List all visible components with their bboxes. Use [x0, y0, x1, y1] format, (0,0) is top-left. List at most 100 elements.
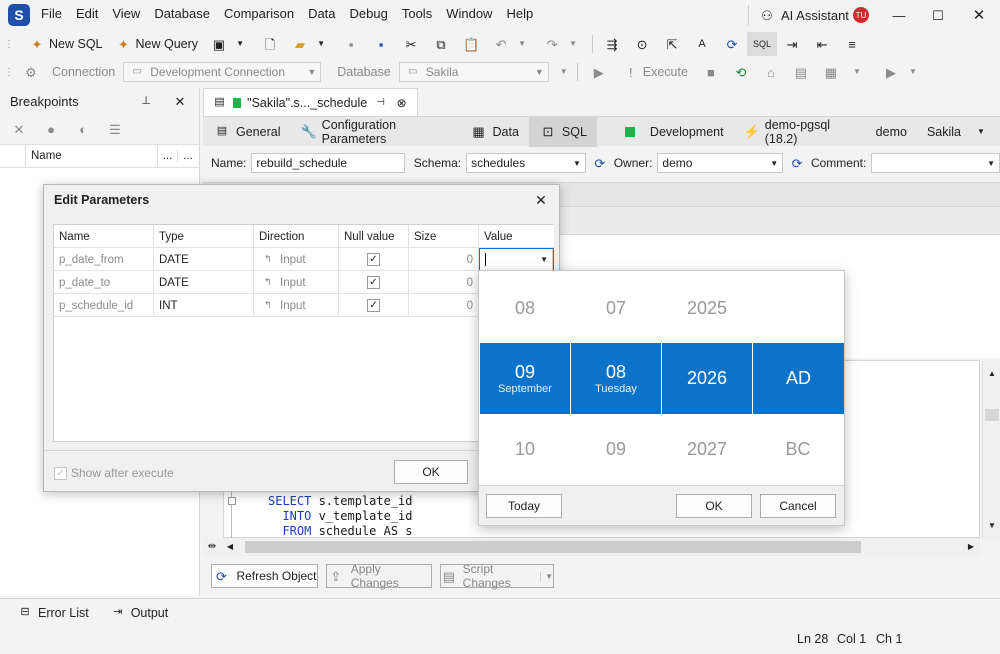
redo-button[interactable]: ↷ ▼	[537, 32, 588, 56]
debug-run-icon[interactable]: ▶	[882, 63, 900, 81]
history-icon[interactable]: ⟲	[732, 63, 750, 81]
sql-mode-button[interactable]: SQL	[747, 32, 778, 56]
error-list-tab[interactable]: ⊟ Error List	[16, 604, 88, 622]
cut-button[interactable]: ✂	[396, 32, 426, 56]
minimize-icon[interactable]: —	[890, 6, 908, 24]
outline-button[interactable]: ⇱	[657, 32, 687, 56]
new-query-button[interactable]: ✦ New Query	[109, 32, 205, 56]
column-header[interactable]: Direction	[254, 225, 339, 248]
connection-combo[interactable]: ▭ Development Connection ▼	[123, 62, 322, 82]
column-extra-1[interactable]: ...	[158, 150, 178, 162]
database-combo[interactable]: ▭ Sakila ▼	[398, 62, 549, 82]
undo-button[interactable]: ↶ ▼	[486, 32, 537, 56]
pin-icon[interactable]: ⊥	[137, 92, 155, 110]
show-after-execute-checkbox[interactable]: ✓	[54, 466, 67, 480]
execution-plan-icon[interactable]: ⌂	[762, 63, 780, 81]
dropdown-arrow-icon[interactable]: ▼	[540, 255, 548, 264]
scroll-left-icon[interactable]: ◀	[221, 538, 239, 556]
column-header[interactable]: Size	[409, 225, 479, 248]
dropdown-arrow-icon[interactable]: ▼	[904, 63, 922, 81]
apply-changes-button[interactable]: ⇪ Apply Changes	[326, 562, 432, 590]
vertical-scrollbar[interactable]: ▲ ▼	[982, 361, 1000, 539]
new-sql-button[interactable]: ✦ New SQL	[22, 32, 109, 56]
close-tab-icon[interactable]: ⊗	[394, 94, 409, 112]
comment-combo[interactable]: ▼	[871, 153, 1000, 173]
menu-comparison[interactable]: Comparison	[217, 6, 301, 21]
param-direction[interactable]: ↰ Input	[254, 248, 339, 271]
refresh-owner-icon[interactable]: ⟳	[788, 154, 806, 172]
toggle-breakpoints-icon[interactable]: ◐	[74, 120, 92, 138]
picker-era-selected[interactable]: AD	[753, 343, 844, 414]
stop-icon[interactable]: ■	[702, 63, 720, 81]
maximize-icon[interactable]: ☐	[929, 6, 947, 24]
new-file-button[interactable]: 🗋	[255, 32, 285, 56]
picker-ok-button[interactable]: OK	[676, 494, 752, 518]
picker-year-selected[interactable]: 2026	[662, 343, 753, 414]
menu-debug[interactable]: Debug	[343, 6, 395, 21]
ai-assistant-button[interactable]: ⚇ AI Assistant	[758, 6, 849, 24]
delete-breakpoint-icon[interactable]: ✕	[10, 120, 28, 138]
user-avatar[interactable]: TU	[853, 7, 869, 23]
picker-month-prev[interactable]: 08	[480, 298, 570, 319]
outdent-button[interactable]: ⇤	[807, 32, 837, 56]
script-changes-button[interactable]: ▤ Script Changes ▼	[440, 562, 554, 590]
fold-marker-icon[interactable]	[228, 497, 236, 505]
scroll-thumb[interactable]	[245, 541, 861, 553]
dialog-close-icon[interactable]: ✕	[532, 191, 550, 209]
copy-button[interactable]: ⧉	[426, 32, 456, 56]
close-panel-icon[interactable]: ✕	[171, 92, 189, 110]
menu-view[interactable]: View	[105, 6, 147, 21]
document-tab[interactable]: ▤ "Sakila".s..._schedule ⊣ ⊗	[203, 88, 418, 116]
snippet-button[interactable]: ⊙	[627, 32, 657, 56]
tab-data[interactable]: ▦ Data	[460, 117, 529, 147]
picker-era-next[interactable]: BC	[753, 439, 843, 460]
column-header[interactable]: Value	[479, 225, 554, 248]
param-direction[interactable]: ↰ Input	[254, 271, 339, 294]
show-after-execute-option[interactable]: ✓ Show after execute	[54, 466, 174, 480]
indent-button[interactable]: ⇥	[777, 32, 807, 56]
menu-tools[interactable]: Tools	[395, 6, 439, 21]
picker-day-prev[interactable]: 07	[571, 298, 661, 319]
connection-indicator[interactable]: ⚡ demo-pgsql (18.2)	[734, 117, 866, 147]
null-checkbox[interactable]: ✓	[367, 299, 380, 312]
refresh-toolbar-button[interactable]: ⟳	[717, 32, 747, 56]
column-extra-2[interactable]: ...	[178, 150, 198, 162]
format-button[interactable]: ⇶	[597, 32, 627, 56]
tab-sql[interactable]: ⊡ SQL	[528, 116, 597, 147]
app-logo-icon[interactable]: S	[8, 4, 30, 26]
picker-year-prev[interactable]: 2025	[662, 298, 752, 319]
param-type[interactable]: INT	[154, 294, 254, 317]
param-type[interactable]: DATE	[154, 271, 254, 294]
scroll-down-icon[interactable]: ▼	[983, 517, 1000, 535]
tab-general[interactable]: ▤ General	[203, 117, 290, 147]
menu-edit[interactable]: Edit	[69, 6, 105, 21]
run-icon[interactable]: ▶	[590, 63, 608, 81]
refresh-schema-icon[interactable]: ⟳	[591, 154, 609, 172]
database-indicator[interactable]: Sakila ▼	[917, 117, 1000, 147]
param-type[interactable]: DATE	[154, 248, 254, 271]
column-header[interactable]: Name	[54, 225, 154, 248]
picker-cancel-button[interactable]: Cancel	[760, 494, 836, 518]
breakpoint-settings-icon[interactable]: ☰	[106, 120, 124, 138]
delete-all-breakpoints-icon[interactable]: ●	[42, 120, 60, 138]
refresh-object-button[interactable]: ⟳ Refresh Object	[211, 564, 318, 588]
param-direction[interactable]: ↰ Input	[254, 294, 339, 317]
menu-database[interactable]: Database	[147, 6, 217, 21]
split-icon[interactable]: ⇹	[203, 538, 221, 556]
column-name[interactable]: Name	[26, 144, 158, 168]
param-value-editor[interactable]: ▼	[479, 248, 554, 271]
query-icon[interactable]: ▦	[822, 63, 840, 81]
schema-combo[interactable]: schedules ▼	[466, 153, 586, 173]
new-object-button[interactable]: ▣ ▼	[204, 32, 255, 56]
open-button[interactable]: ▰ ▼	[285, 32, 336, 56]
picker-today-button[interactable]: Today	[486, 494, 562, 518]
menu-file[interactable]: File	[34, 6, 69, 21]
case-button[interactable]: A	[687, 32, 717, 56]
picker-month-next[interactable]: 10	[480, 439, 570, 460]
pin-tab-icon[interactable]: ⊣	[373, 94, 388, 112]
dropdown-arrow-icon[interactable]: ▼	[555, 63, 573, 81]
save-all-button[interactable]: ▪	[366, 32, 396, 56]
column-header[interactable]: Null value	[339, 225, 409, 248]
dropdown-arrow-icon[interactable]: ▼	[848, 63, 866, 81]
close-window-icon[interactable]: ✕	[970, 6, 988, 24]
